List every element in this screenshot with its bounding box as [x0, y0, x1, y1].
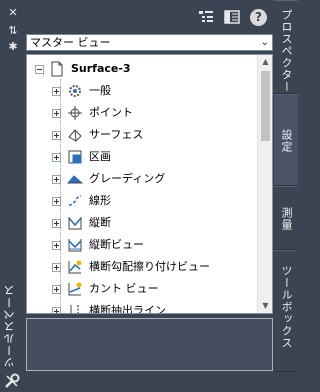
close-icon[interactable]: ✕	[4, 6, 22, 20]
list-view-icon[interactable]	[224, 10, 240, 24]
settings-tree: Surface-3 一般 ポイント サーフェス 区画 グレーディング 線形 縦断…	[26, 54, 273, 314]
toolspace-toolbar: ?	[26, 0, 274, 34]
palette-title: ツールスペース	[3, 284, 16, 368]
tab-toolbox[interactable]: ツールボックス	[274, 250, 298, 372]
tree-item-alignments[interactable]: 線形	[27, 190, 257, 212]
expand-icon[interactable]	[52, 241, 61, 250]
scroll-down-icon[interactable]: ▼	[258, 299, 272, 313]
tab-label: ツールボックス	[280, 265, 293, 349]
tree-item-surfaces[interactable]: サーフェス	[27, 124, 257, 146]
expand-icon[interactable]	[52, 219, 61, 228]
expand-icon[interactable]	[52, 307, 61, 313]
expand-icon[interactable]	[52, 263, 61, 272]
tree-item-sample-lines[interactable]: 横断抽出ライン	[27, 300, 257, 314]
tab-label: プロスペクター	[280, 9, 293, 93]
expand-icon[interactable]	[52, 285, 61, 294]
collapse-icon[interactable]	[35, 65, 44, 74]
expand-icon[interactable]	[52, 153, 61, 162]
tree-item-grading[interactable]: グレーディング	[27, 168, 257, 190]
auto-hide-icon[interactable]: ⇅	[4, 24, 22, 38]
tree-item-superelevation-views[interactable]: 横断勾配擦り付けビュー	[27, 256, 257, 278]
expand-icon[interactable]	[52, 109, 61, 118]
drawing-icon	[51, 61, 63, 77]
tree-item-cant-views[interactable]: カント ビュー	[27, 278, 257, 300]
wrench-icon[interactable]	[3, 372, 21, 390]
tree-item-general[interactable]: 一般	[27, 80, 257, 102]
profile-icon	[68, 217, 82, 230]
cant-view-icon	[68, 282, 82, 296]
detail-panel	[26, 318, 273, 371]
tree-item-label: カント ビュー	[89, 282, 159, 295]
bottom-bar	[0, 372, 298, 392]
view-select[interactable]: マスター ビュー ⌄	[26, 34, 273, 51]
tree-item-label: 縦断ビュー	[89, 238, 144, 251]
point-icon	[68, 106, 82, 120]
tab-label: 設定	[280, 129, 293, 153]
surface-icon	[68, 129, 82, 142]
tree-item-label: 横断抽出ライン	[89, 304, 166, 314]
expand-icon[interactable]	[52, 197, 61, 206]
tree-item-label: 線形	[89, 194, 111, 207]
properties-icon[interactable]: ✱	[4, 40, 22, 54]
alignment-icon	[68, 195, 82, 206]
tree-item-profiles[interactable]: 縦断	[27, 212, 257, 234]
tree-item-points[interactable]: ポイント	[27, 102, 257, 124]
tree-item-label: 区画	[89, 150, 111, 163]
grading-icon	[67, 175, 83, 184]
help-icon[interactable]: ?	[250, 9, 267, 26]
tree-item-label: 横断勾配擦り付けビュー	[89, 260, 210, 273]
tree-root-label: Surface-3	[71, 62, 131, 75]
tree-item-profile-views[interactable]: 縦断ビュー	[27, 234, 257, 256]
tree-item-label: 一般	[89, 84, 111, 97]
tree-item-parcels[interactable]: 区画	[27, 146, 257, 168]
parcel-icon	[68, 150, 82, 164]
gear-icon	[69, 85, 81, 97]
tree-item-label: ポイント	[89, 106, 133, 119]
view-select-value: マスター ビュー	[30, 36, 111, 49]
tab-settings[interactable]: 設定	[274, 94, 298, 186]
tree-root-row[interactable]: Surface-3	[27, 58, 257, 80]
chevron-down-icon: ⌄	[260, 37, 269, 48]
tab-survey[interactable]: 測量	[274, 186, 298, 250]
tree-item-label: サーフェス	[89, 128, 144, 141]
expand-icon[interactable]	[52, 175, 61, 184]
tree-item-label: 縦断	[89, 216, 111, 229]
profile-view-icon	[68, 239, 82, 252]
expand-icon[interactable]	[52, 87, 61, 96]
tree-scrollbar[interactable]: ▲ ▼	[257, 55, 272, 313]
tab-prospector[interactable]: プロスペクター	[274, 0, 298, 94]
tree-view-icon[interactable]	[198, 10, 214, 24]
expand-icon[interactable]	[52, 131, 61, 140]
sample-line-icon	[70, 305, 79, 313]
scroll-thumb[interactable]	[261, 71, 270, 141]
scroll-up-icon[interactable]: ▲	[258, 55, 272, 69]
palette-left-strip: ✕ ⇅ ✱ ツールスペース	[0, 0, 26, 392]
superelevation-view-icon	[68, 260, 82, 274]
tree-item-label: グレーディング	[89, 172, 166, 185]
tab-label: 測量	[280, 207, 293, 231]
